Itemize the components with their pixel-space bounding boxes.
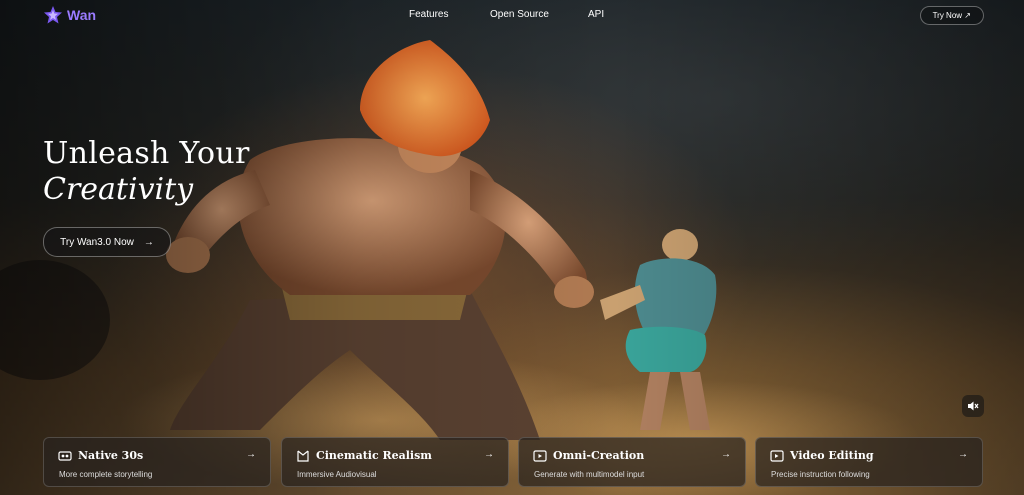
feature-subtitle: More complete storytelling xyxy=(59,470,153,479)
brand-name: Wan xyxy=(67,7,97,23)
feature-title: Cinematic Realism xyxy=(316,449,432,462)
try-now-button[interactable]: Try Now ↗ xyxy=(919,6,984,25)
feature-title: Omni-Creation xyxy=(553,449,645,462)
arrow-right-icon: → xyxy=(143,236,154,248)
nav-link-api[interactable]: API xyxy=(588,9,604,20)
hero-headline-line1: Unleash Your xyxy=(43,136,250,171)
nav-link-features[interactable]: Features xyxy=(409,9,448,20)
feature-card-native-30s[interactable]: Native 30s More complete storytelling → xyxy=(43,437,271,487)
feature-title: Video Editing xyxy=(790,449,874,462)
sound-toggle-button[interactable] xyxy=(962,395,984,417)
arrow-right-icon: → xyxy=(484,449,494,460)
arrow-right-icon: → xyxy=(958,449,968,460)
hero-headline-line2: Creativity xyxy=(43,172,194,207)
try-now-label: Try Now xyxy=(932,11,963,20)
feature-title: Native 30s xyxy=(78,449,144,462)
try-wan-now-button[interactable]: Try Wan3.0 Now → xyxy=(43,227,171,257)
feature-subtitle: Generate with multimodel input xyxy=(534,470,645,479)
hero-headline: Unleash Your Creativity xyxy=(43,136,250,208)
clapper-icon xyxy=(297,450,309,462)
feature-subtitle: Precise instruction following xyxy=(771,470,870,479)
arrow-up-right-icon: ↗ xyxy=(964,11,971,20)
feature-card-omni-creation[interactable]: Omni-Creation Generate with multimodel i… xyxy=(518,437,746,487)
play-plus-icon xyxy=(533,450,547,462)
try-wan-now-label: Try Wan3.0 Now xyxy=(60,236,134,248)
speaker-muted-icon xyxy=(968,401,979,411)
top-navbar: Wan Features Open Source API Try Now ↗ xyxy=(0,0,1024,30)
edit-video-icon xyxy=(770,450,784,462)
feature-card-video-editing[interactable]: Video Editing Precise instruction follow… xyxy=(755,437,983,487)
film-icon xyxy=(58,451,72,461)
wan-star-logo-icon xyxy=(44,6,62,24)
arrow-right-icon: → xyxy=(721,449,731,460)
feature-cards: Native 30s More complete storytelling → … xyxy=(43,437,985,487)
arrow-right-icon: → xyxy=(246,449,256,460)
feature-subtitle: Immersive Audiovisual xyxy=(297,470,377,479)
brand-logo[interactable]: Wan xyxy=(43,5,96,25)
feature-card-cinematic-realism[interactable]: Cinematic Realism Immersive Audiovisual … xyxy=(281,437,509,487)
nav-link-open-source[interactable]: Open Source xyxy=(490,9,549,20)
